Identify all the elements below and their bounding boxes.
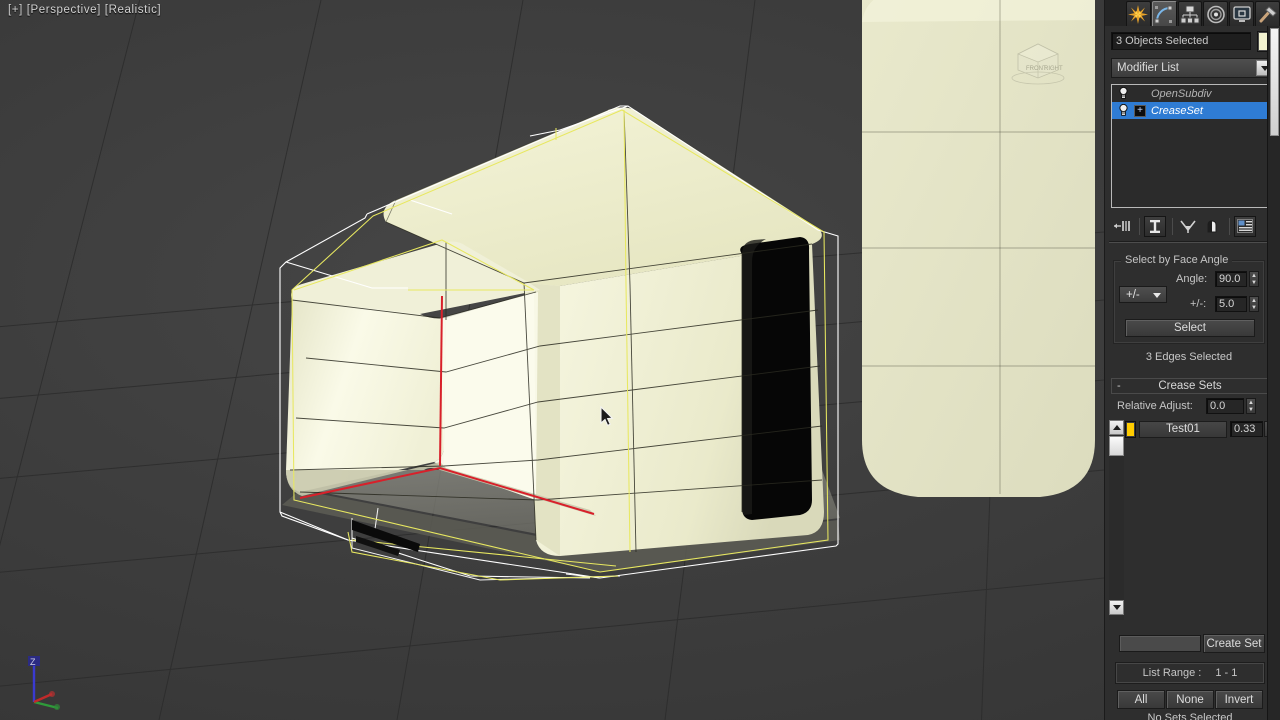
star-icon: [1128, 4, 1149, 24]
axis-tripod: Z: [28, 656, 60, 710]
select-by-face-angle-title: Select by Face Angle: [1121, 254, 1233, 266]
command-panel: 3 Objects Selected Modifier List OpenSub…: [1104, 0, 1280, 720]
edges-selected-status: 3 Edges Selected: [1145, 351, 1233, 363]
face-angle-mode-value: +/-: [1126, 288, 1140, 301]
modifier-list-label: Modifier List: [1117, 62, 1179, 74]
viewport-scene: [0, 0, 1104, 720]
configure-modifier-sets-icon[interactable]: [1234, 215, 1256, 237]
hierarchy-icon: [1180, 5, 1200, 23]
expand-toggle-icon[interactable]: +: [1134, 104, 1146, 117]
crease-set-color-swatch[interactable]: [1125, 421, 1136, 438]
pin-stack-icon[interactable]: [1111, 216, 1133, 237]
collapse-icon[interactable]: -: [1117, 380, 1121, 392]
axis-z-label: Z: [30, 657, 36, 667]
mouse-cursor: [600, 406, 614, 427]
invert-button[interactable]: Invert: [1215, 690, 1263, 709]
list-range-value: 1 - 1: [1215, 667, 1238, 679]
list-range-label: List Range :: [1142, 667, 1202, 679]
relative-adjust-spinner[interactable]: ▲ ▼: [1246, 398, 1256, 414]
display-tab[interactable]: [1229, 1, 1255, 26]
angle-spinner[interactable]: ▲ ▼: [1249, 271, 1259, 287]
tolerance-spinner[interactable]: ▲ ▼: [1249, 296, 1259, 312]
tolerance-label: +/-:: [1190, 298, 1207, 310]
command-panel-scrollbar[interactable]: [1267, 26, 1280, 720]
utilities-tab[interactable]: [1255, 1, 1280, 26]
crease-set-value-field[interactable]: 0.33: [1230, 421, 1263, 437]
spinner-down-icon[interactable]: ▼: [1250, 304, 1258, 311]
chevron-down-icon: [1153, 292, 1161, 298]
stack-item-label: OpenSubdiv: [1151, 87, 1212, 100]
crease-sets-scrollbar[interactable]: [1109, 420, 1124, 620]
sets-selected-status: No Sets Selected: [1147, 712, 1233, 720]
hammer-icon: [1259, 5, 1277, 22]
face-angle-mode-dropdown[interactable]: +/-: [1119, 286, 1167, 303]
object-name-row: 3 Objects Selected: [1111, 31, 1278, 52]
command-panel-tabs: [1105, 0, 1280, 26]
make-unique-icon[interactable]: [1177, 216, 1199, 237]
scroll-down-icon[interactable]: [1109, 600, 1124, 615]
angle-field[interactable]: 90.0: [1215, 271, 1247, 287]
select-button[interactable]: Select: [1125, 319, 1255, 337]
viewcube[interactable]: FRONT RIGHT: [1000, 30, 1080, 85]
tolerance-field[interactable]: 5.0: [1215, 296, 1247, 312]
spinner-down-icon[interactable]: ▼: [1250, 279, 1258, 286]
perspective-viewport[interactable]: FRONT RIGHT Z [+] [Perspective] [Realist…: [0, 0, 1104, 720]
monitor-icon: [1233, 5, 1251, 22]
stack-item-creaseset[interactable]: + CreaseSet: [1112, 102, 1274, 119]
motion-tab[interactable]: [1203, 1, 1229, 26]
stack-item-label: CreaseSet: [1151, 104, 1203, 117]
create-set-button[interactable]: Create Set: [1203, 634, 1265, 653]
scroll-up-icon[interactable]: [1109, 420, 1124, 435]
modifier-stack-toolbar: [1111, 214, 1275, 238]
lightbulb-icon[interactable]: [1112, 104, 1134, 117]
wheel-icon: [1207, 5, 1225, 23]
stack-item-opensubdiv[interactable]: OpenSubdiv: [1112, 85, 1274, 102]
crease-sets-title: Crease Sets: [1158, 380, 1222, 392]
hierarchy-tab[interactable]: [1177, 1, 1203, 26]
relative-adjust-label: Relative Adjust:: [1117, 400, 1193, 412]
scrollbar-thumb[interactable]: [1270, 28, 1279, 136]
spinner-up-icon[interactable]: ▲: [1250, 272, 1258, 279]
create-tab[interactable]: [1126, 1, 1151, 26]
crease-set-row[interactable]: Test01 0.33 ▲ ▼: [1125, 421, 1275, 439]
select-by-face-angle-group: Select by Face Angle +/- Angle: 90.0 ▲ ▼…: [1113, 254, 1265, 344]
relative-adjust-field[interactable]: 0.0: [1206, 398, 1244, 414]
object-name-field[interactable]: 3 Objects Selected: [1111, 32, 1251, 50]
remove-modifier-icon[interactable]: [1201, 216, 1223, 237]
viewport-label[interactable]: [+] [Perspective] [Realistic]: [8, 4, 161, 16]
modifier-list-dropdown[interactable]: Modifier List: [1111, 58, 1275, 78]
spinner-up-icon[interactable]: ▲: [1250, 297, 1258, 304]
list-range-box: List Range : 1 - 1: [1115, 662, 1265, 684]
scrollbar-thumb[interactable]: [1109, 436, 1124, 456]
all-button[interactable]: All: [1117, 690, 1165, 709]
crease-set-name-field[interactable]: Test01: [1139, 421, 1227, 438]
viewcube-right-label: RIGHT: [1044, 66, 1063, 72]
new-set-name-field[interactable]: [1119, 635, 1201, 652]
none-button[interactable]: None: [1166, 690, 1214, 709]
3dsmax-window: FRONT RIGHT Z [+] [Perspective] [Realist…: [0, 0, 1280, 720]
show-end-result-icon[interactable]: [1144, 215, 1166, 237]
crease-sets-rollout-header[interactable]: - Crease Sets: [1111, 378, 1269, 394]
angle-label: Angle:: [1176, 273, 1208, 285]
arc-icon: [1154, 5, 1173, 23]
panel-divider: [1109, 241, 1279, 243]
spinner-up-icon[interactable]: ▲: [1247, 399, 1255, 406]
lightbulb-icon[interactable]: [1112, 87, 1134, 100]
spinner-down-icon[interactable]: ▼: [1247, 406, 1255, 413]
modifier-stack-list[interactable]: OpenSubdiv + CreaseSet: [1111, 84, 1275, 208]
modify-tab[interactable]: [1151, 1, 1177, 26]
